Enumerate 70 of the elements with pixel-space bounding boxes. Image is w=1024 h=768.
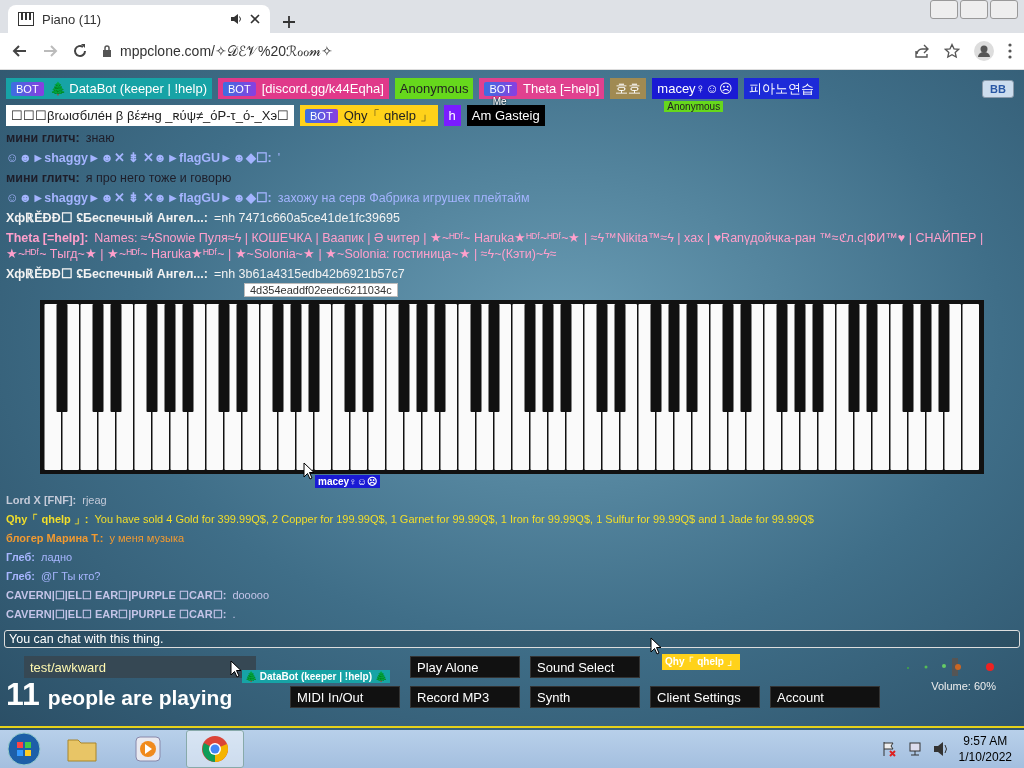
chat-message: Qhy「 qhelp 」: You have sold 4 Gold for 399.99Q$, 2 Copper for 199.99Q$, 1 Garnet for 99.99Q$, 1 Iron for 99.99Q$, 1 Sulfur for 99.99Q$ and 1 Jade for 99.99Q$ — [6, 512, 815, 527]
bot-badge: BOT — [223, 81, 256, 96]
close-icon[interactable] — [250, 14, 260, 24]
reload-icon[interactable] — [72, 43, 88, 59]
mouse-cursor-icon — [650, 637, 662, 655]
player-count-label: people are playing — [47, 686, 233, 710]
participant-tag[interactable]: macey♀☺☹ — [652, 78, 738, 99]
speaker-icon — [230, 13, 242, 25]
chat-message: CAVERN|☐|EL☐ EAR☐|PURPLE ☐CAR☐: dooooo — [6, 588, 271, 603]
clock-time: 9:57 AM — [962, 733, 1009, 749]
chat-message: мини глитч: знаю — [6, 130, 116, 146]
lock-icon — [102, 45, 112, 57]
clock-date: 1/10/2022 — [958, 749, 1012, 765]
control-button[interactable]: Synth — [530, 686, 640, 708]
control-button[interactable]: MIDI In/Out — [290, 686, 400, 708]
flag-icon[interactable] — [880, 741, 897, 757]
participant-tag[interactable]: Am Gasteig — [466, 105, 545, 126]
address-bar[interactable]: mppclone.com/✧𝒟ℰ𝒱%20ℛℴℴ𝓂✧ — [120, 42, 333, 60]
participant-tag[interactable]: ☐☐☐βrωισбιлéн β βέ≠нg _ʀύψ≠_όP-τ_ό-_Xэ☐ — [6, 105, 295, 126]
participant-tag[interactable]: 피아노연습 — [743, 78, 819, 99]
participant-tag[interactable]: BOT [discord.gg/k44Eqha] — [218, 78, 389, 99]
key-tooltip: 4d354eaddf02eedc6211034c — [244, 283, 398, 297]
mouse-cursor-icon — [303, 462, 315, 480]
player-count: 11 — [6, 680, 40, 708]
network-icon[interactable] — [906, 741, 923, 757]
control-button[interactable]: Record MP3 — [410, 686, 520, 708]
control-button[interactable]: Account — [770, 686, 880, 708]
chrome-icon[interactable] — [201, 735, 229, 763]
participant-sublabel: Anonymous — [664, 101, 724, 112]
menu-icon[interactable] — [1008, 43, 1012, 59]
chat-message: ХфℝĚĐĐ☐ ʢБеспечный Ангел...: =nh 7471c660a5ce41de1fc39695 — [6, 210, 401, 226]
chat-message: Глеб: ладно — [6, 550, 74, 565]
chat-input[interactable]: You can chat with this thing. — [4, 630, 1020, 648]
chat-message: CAVERN|☐|EL☐ EAR☐|PURPLE ☐CAR☐: . — [6, 607, 237, 622]
chat-message: блогер Марина Т.: у меня музыка — [6, 531, 186, 546]
profile-icon[interactable] — [974, 41, 994, 61]
bot-badge: BOT — [484, 81, 518, 96]
start-orb-icon[interactable] — [4, 732, 44, 766]
bot-badge: BOT — [11, 81, 44, 96]
participant-tag[interactable]: Anonymous — [394, 78, 474, 99]
chat-message: Theta [=help]: Names: ≈ϟSnowie Пуля≈ϟ | КОШЕЧКА | Ваапик | Ә читер | ★~ᴴᴰᶠ~ Haruka★ᴴᴰᶠ~ᴴᴰᶠ~★ | ≈ϟ™Nikita™≈ϟ | xax | ♥Ranγдойчка-ран ™≈ℭл.с|ФИ™♥ | СНАЙПЕР | ★~ᴴᴰᶠ~ Tыгд~★ | ★~ᴴᴰᶠ~ Haruka★ᴴᴰᶠ~ | ★~Solonia~★ | ★~Solonia: гостиница~★ | ≈ϟ~(Кэти)~ϟ≈ — [6, 230, 985, 262]
control-button[interactable]: Play Alone — [410, 656, 520, 678]
participant-tag[interactable]: BOT Qhy「 qhelp 」 — [300, 105, 438, 126]
chat-message: ☺☻►shaggy►☻✕ ⇟ ✕☻►flagGU►☻◆☐: ' — [6, 150, 282, 166]
chat-message: Lord X [FNF]: rjeag — [6, 493, 108, 508]
chat-message: ☺☻►shaggy►☻✕ ⇟ ✕☻►flagGU►☻◆☐: захожу на серв Фабрика игрушек плейтайм — [6, 190, 531, 206]
chat-message: ХфℝĚĐĐ☐ ʢБеспечный Ангел...: =nh 3b61a4315edb42b6921b57c7 — [6, 266, 406, 282]
back-icon[interactable] — [12, 43, 28, 59]
chat-message: Глеб: @Г Ты кто? — [6, 569, 102, 584]
piano-keyboard-drawing[interactable] — [40, 300, 984, 474]
participant-tag[interactable]: BOT 🌲 DataBot (keeper | !help) — [6, 78, 213, 99]
star-icon[interactable] — [944, 43, 960, 59]
tab-title: Piano (11) — [42, 11, 102, 27]
chat-message: мини глитч: я про него тоже и говорю — [6, 170, 233, 186]
piano-icon — [18, 12, 34, 26]
browser-tab[interactable]: Piano (11) — [8, 5, 270, 33]
control-button[interactable]: Sound Select — [530, 656, 640, 678]
room-settings-button[interactable]: BB — [982, 80, 1014, 98]
participant-tag[interactable]: h — [443, 105, 461, 126]
speaker-icon[interactable] — [932, 741, 949, 757]
cursor-name-label: 🌲 DataBot (keeper | !help) 🌲 — [242, 670, 390, 683]
volume-label: Volume: 60% — [931, 680, 996, 692]
new-tab-icon[interactable] — [282, 15, 296, 29]
control-button[interactable]: Client Settings — [650, 686, 760, 708]
cursor-name-label: macey♀☺☹ — [315, 475, 380, 488]
bot-badge: BOT — [305, 108, 338, 123]
cursor-name-label: Qhy「 qhelp 」 — [662, 654, 740, 670]
participant-sublabel: Me — [492, 96, 507, 107]
mouse-cursor-icon — [230, 660, 242, 678]
share-icon[interactable] — [914, 43, 930, 59]
